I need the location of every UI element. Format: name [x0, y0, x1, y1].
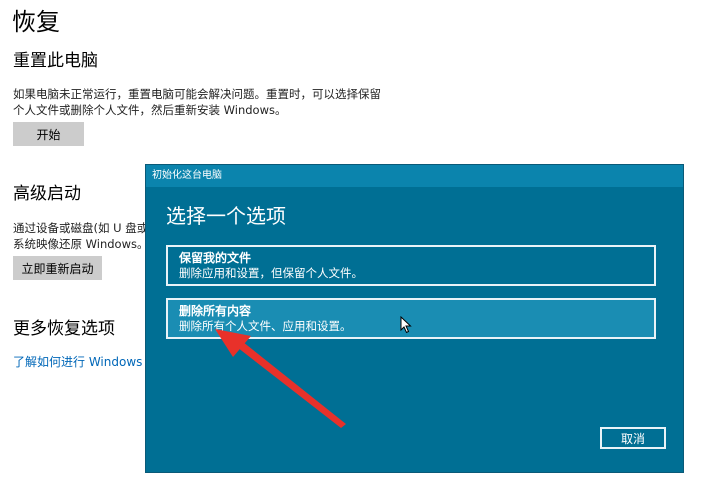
- mouse-cursor-icon: [400, 316, 412, 334]
- annotation-arrow-icon: [215, 329, 346, 428]
- arrow-shaft: [233, 338, 346, 428]
